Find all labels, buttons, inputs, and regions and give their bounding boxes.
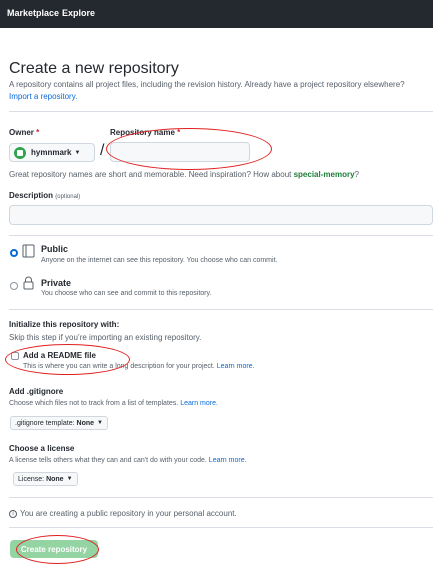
private-description: You choose who can see and commit to thi… (41, 290, 212, 297)
private-radio[interactable] (10, 282, 18, 290)
book-icon (22, 244, 35, 258)
owner-name: hymnmark (31, 148, 72, 157)
divider (9, 497, 433, 498)
public-title: Public (41, 244, 69, 254)
repo-name-hint-text: Great repository names are short and mem… (9, 170, 294, 179)
description-label-text: Description (9, 191, 54, 200)
repo-name-label-text: Repository name (110, 128, 175, 137)
public-description: Anyone on the internet can see this repo… (41, 257, 278, 264)
gitignore-description: Choose which files not to track from a l… (9, 400, 218, 407)
readme-description-text: This is where you can write a long descr… (23, 363, 215, 370)
readme-label[interactable]: Add a README file (23, 351, 96, 360)
info-notice: i You are creating a public repository i… (9, 509, 237, 518)
owner-dropdown[interactable]: hymnmark ▼ (9, 143, 95, 162)
chevron-down-icon: ▼ (66, 476, 73, 482)
repo-name-label: Repository name * (110, 128, 180, 137)
readme-learn-more-link[interactable]: Learn more. (217, 363, 255, 370)
gitignore-template-dropdown[interactable]: .gitignore template: None ▼ (10, 416, 108, 430)
required-mark: * (36, 128, 40, 137)
gitignore-dropdown-value: None (76, 419, 95, 427)
gitignore-dropdown-prefix: .gitignore template: (15, 419, 75, 427)
owner-label-text: Owner (9, 128, 34, 137)
initialize-hint: Skip this step if you’re importing an ex… (9, 333, 202, 342)
divider (9, 309, 433, 310)
top-navigation-bar: Marketplace Explore (0, 0, 433, 28)
readme-description: This is where you can write a long descr… (23, 363, 255, 370)
gitignore-heading: Add .gitignore (9, 387, 64, 396)
create-repository-button[interactable]: Create repository (10, 540, 98, 558)
repository-name-input[interactable] (110, 142, 250, 162)
description-input[interactable] (9, 205, 433, 225)
page-title: Create a new repository (9, 60, 179, 77)
required-mark: * (177, 128, 181, 137)
repo-name-hint: Great repository names are short and mem… (9, 170, 359, 179)
name-suggestion[interactable]: special-memory (294, 170, 355, 179)
license-description-text: A license tells others what they can and… (9, 457, 207, 464)
optional-tag: (optional) (55, 194, 81, 200)
initialize-heading: Initialize this repository with: (9, 320, 120, 329)
license-description: A license tells others what they can and… (9, 457, 247, 464)
description-label: Description (optional) (9, 191, 80, 200)
owner-label: Owner * (9, 128, 39, 137)
avatar (14, 146, 26, 159)
nav-explore[interactable]: Explore (62, 8, 95, 18)
license-heading: Choose a license (9, 444, 75, 453)
lock-icon (23, 276, 34, 290)
gitignore-description-text: Choose which files not to track from a l… (9, 400, 179, 407)
divider (9, 111, 433, 112)
license-dropdown-prefix: License: (18, 475, 45, 483)
info-icon: i (9, 509, 17, 518)
divider (9, 235, 433, 236)
chevron-down-icon: ▼ (74, 149, 81, 156)
license-dropdown[interactable]: License: None ▼ (13, 472, 78, 486)
divider (9, 527, 433, 528)
import-repository-link[interactable]: Import a repository. (9, 92, 77, 101)
owner-repo-separator: / (100, 142, 105, 159)
gitignore-learn-more-link[interactable]: Learn more. (180, 400, 218, 407)
license-dropdown-value: None (46, 475, 64, 483)
license-learn-more-link[interactable]: Learn more. (209, 457, 247, 464)
public-radio[interactable] (10, 249, 18, 257)
info-text: You are creating a public repository in … (20, 509, 237, 518)
page-subtitle: A repository contains all project files,… (9, 80, 405, 89)
readme-checkbox[interactable] (11, 352, 19, 360)
nav-marketplace[interactable]: Marketplace (7, 8, 59, 18)
chevron-down-icon: ▼ (97, 420, 103, 426)
private-title: Private (41, 278, 72, 288)
repo-name-hint-end: ? (354, 170, 359, 179)
